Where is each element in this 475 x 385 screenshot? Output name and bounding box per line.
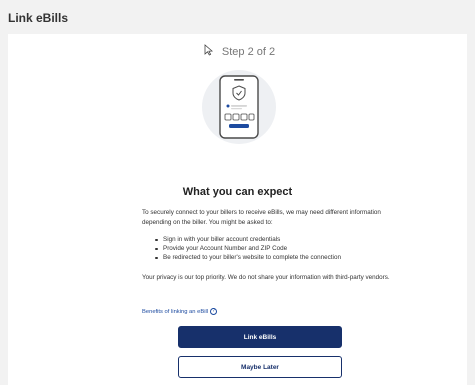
section-heading: What you can expect	[182, 186, 293, 198]
intro-text: To securely connect to your billers to r…	[142, 209, 381, 226]
link-ebills-card: Step 2 of 2 What you can expect To secur…	[8, 34, 467, 385]
maybe-later-button[interactable]: Maybe Later	[178, 356, 342, 378]
privacy-text: Your privacy is our top priority. We do …	[142, 274, 390, 281]
benefits-link[interactable]: Benefits of linking an eBill ?	[142, 308, 218, 315]
benefits-link-label: Benefits of linking an eBill	[142, 308, 209, 315]
list-item: Provide your Account Number and ZIP Code	[155, 244, 395, 253]
phone-shield-illustration	[202, 70, 276, 144]
page-title: Link eBills	[8, 11, 69, 25]
requirements-list: Sign in with your biller account credent…	[155, 235, 395, 262]
page-header: Link eBills	[0, 0, 475, 34]
step-indicator: Step 2 of 2	[221, 46, 276, 58]
list-item: Be redirected to your biller's website t…	[155, 253, 395, 262]
list-item: Sign in with your biller account credent…	[155, 235, 395, 244]
link-ebills-button[interactable]: Link eBills	[178, 326, 342, 348]
help-circle-icon[interactable]: ?	[210, 308, 218, 315]
